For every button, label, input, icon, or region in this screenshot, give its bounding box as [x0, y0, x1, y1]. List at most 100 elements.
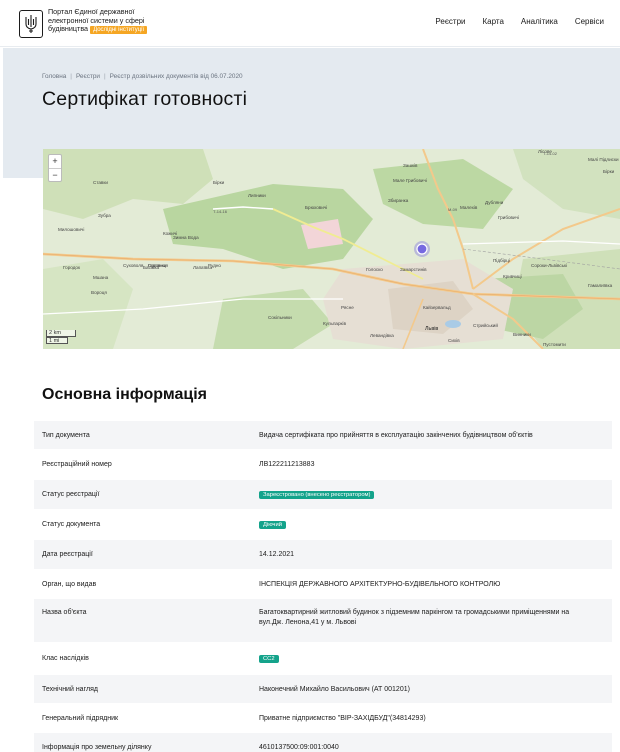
section-title: Основна інформація: [42, 386, 207, 403]
portal-brand[interactable]: Портал Єдиної державної електронної сист…: [48, 7, 173, 35]
svg-text:Мшана: Мшана: [93, 275, 109, 280]
row-value: ІНСПЕКЦІЯ ДЕРЖАВНОГО АРХІТЕКТУРНО-БУДІВЕ…: [259, 581, 501, 588]
svg-text:Збиранка: Збиранка: [388, 198, 409, 203]
zoom-in-button[interactable]: +: [49, 155, 61, 168]
svg-text:Т-14-16: Т-14-16: [213, 209, 228, 214]
svg-text:Замарстинів: Замарстинів: [400, 267, 427, 272]
row-value: Багатоквартирний житловий будинок з підз…: [259, 609, 570, 626]
svg-text:Кайзервальд: Кайзервальд: [423, 304, 451, 310]
svg-text:Суховоля: Суховоля: [123, 263, 144, 268]
row-key: Статус документа: [42, 521, 101, 528]
svg-text:Лапаївка: Лапаївка: [193, 265, 212, 270]
svg-text:Брюховичі: Брюховичі: [305, 205, 327, 210]
map-scale: 2 km 1 mi: [46, 330, 76, 344]
main-nav: Реєстри Карта Аналітика Сервіси: [435, 17, 604, 26]
svg-text:Бірки: Бірки: [213, 180, 225, 185]
row-value: Приватне підприємство "ВІР-ЗАХІДБУД"(348…: [259, 715, 426, 722]
svg-text:Сихів: Сихів: [448, 338, 460, 343]
breadcrumb-separator: |: [104, 73, 106, 80]
zoom-out-button[interactable]: −: [49, 168, 61, 181]
row-value: ЛВ122211213883: [259, 461, 315, 468]
nav-map[interactable]: Карта: [483, 17, 504, 26]
document-status-badge: Діючий: [259, 521, 286, 529]
breadcrumb-registries[interactable]: Реєстри: [76, 73, 100, 80]
svg-text:Кульпарків: Кульпарків: [323, 321, 347, 326]
row-key: Назва об'єкта: [42, 609, 87, 616]
row-key: Генеральний підрядник: [42, 715, 119, 722]
zoom-controls: + −: [48, 154, 62, 182]
row-key: Орган, що видав: [42, 581, 97, 588]
table-row: Тип документа Видача сертифіката про при…: [34, 421, 612, 450]
row-value: 14.12.2021: [259, 551, 295, 558]
row-key: Реєстраційний номер: [42, 461, 112, 468]
nav-services[interactable]: Сервіси: [575, 17, 604, 26]
svg-text:Вороця: Вороця: [91, 290, 107, 295]
row-key: Інформація про земельну ділянку: [42, 744, 152, 751]
svg-text:Стрийський: Стрийський: [473, 322, 498, 328]
svg-text:Зубра: Зубра: [98, 213, 111, 218]
svg-text:Липники: Липники: [248, 193, 266, 198]
table-row: Генеральний підрядник Приватне підприємс…: [34, 704, 612, 733]
consequence-class-badge: СС2: [259, 655, 279, 663]
table-row: Технічний нагляд Наконечний Михайло Васи…: [34, 675, 612, 704]
svg-text:Рясне: Рясне: [341, 305, 354, 310]
row-key: Дата реєстрації: [42, 551, 93, 558]
svg-text:Дубляни: Дубляни: [485, 200, 504, 205]
row-key: Статус реєстрації: [42, 491, 100, 498]
svg-text:Левандівка: Левандівка: [370, 333, 394, 338]
svg-text:Підбірці: Підбірці: [493, 258, 510, 263]
info-table: Тип документа Видача сертифіката про при…: [34, 421, 612, 752]
breadcrumb-home[interactable]: Головна: [42, 73, 66, 80]
nav-registries[interactable]: Реєстри: [435, 17, 465, 26]
row-value: Видача сертифіката про прийняття в експл…: [259, 432, 533, 439]
table-row: Статус документа Діючий: [34, 510, 612, 540]
svg-text:Кожичі: Кожичі: [163, 231, 177, 236]
top-header: Портал Єдиної державної електронної сист…: [0, 0, 620, 47]
svg-text:Сокільники: Сокільники: [268, 315, 292, 320]
svg-text:Малехів: Малехів: [460, 205, 478, 210]
location-map[interactable]: Лісове Малі Підлиски Зашків Бірки Мале Г…: [43, 149, 620, 349]
svg-text:Городок: Городок: [63, 265, 81, 270]
table-row: Назва об'єкта Багатоквартирний житловий …: [34, 599, 612, 643]
svg-text:Малі Підлиски: Малі Підлиски: [588, 157, 619, 162]
registration-status-badge: Зареєстровано (внесено реєстратором): [259, 491, 375, 499]
row-key: Тип документа: [42, 432, 90, 439]
svg-text:Милошовичі: Милошовичі: [58, 227, 84, 232]
table-row: Статус реєстрації Зареєстровано (внесено…: [34, 480, 612, 510]
svg-text:Львів: Львів: [425, 326, 438, 332]
svg-text:Ставки: Ставки: [93, 180, 108, 185]
trident-logo-icon[interactable]: [19, 10, 43, 38]
page-title: Сертифікат готовності: [42, 88, 248, 110]
breadcrumb-current[interactable]: Реєстр дозвільних документів від 06.07.2…: [110, 73, 243, 80]
svg-text:Мале Грибовичі: Мале Грибовичі: [393, 178, 427, 183]
scale-km: 2 km: [46, 330, 76, 337]
brand-badge: Дослідні інституції: [90, 26, 148, 35]
row-key: Технічний нагляд: [42, 686, 98, 693]
svg-text:Винники: Винники: [513, 332, 531, 337]
svg-text:Сороки-Львівські: Сороки-Львівські: [531, 263, 567, 268]
row-key: Клас наслідків: [42, 655, 89, 662]
row-value: СС2: [259, 654, 589, 664]
scale-mi: 1 mi: [46, 337, 68, 344]
svg-text:М-09: М-09: [448, 207, 458, 212]
nav-analytics[interactable]: Аналітика: [521, 17, 558, 26]
breadcrumb: Головна | Реєстри | Реєстр дозвільних до…: [42, 73, 243, 80]
svg-text:Гамалиївка: Гамалиївка: [588, 283, 613, 288]
svg-text:Кривчиці: Кривчиці: [503, 274, 522, 279]
brand-line-3: будівництва: [48, 24, 89, 34]
table-row: Реєстраційний номер ЛВ122211213883: [34, 450, 612, 480]
svg-text:Бірки: Бірки: [603, 169, 615, 174]
row-value: 4610137500:09:001:0040: [259, 744, 339, 751]
svg-text:Грибовичі: Грибовичі: [498, 215, 519, 220]
row-value: Наконечний Михайло Васильович (АТ 001201…: [259, 686, 410, 693]
svg-text:Т-14-02: Т-14-02: [543, 151, 558, 156]
svg-text:Голоско: Голоско: [366, 267, 383, 272]
table-row: Дата реєстрації 14.12.2021: [34, 540, 612, 570]
svg-text:Пустомити: Пустомити: [543, 342, 566, 347]
table-row: Інформація про земельну ділянку 46101375…: [34, 733, 612, 752]
svg-text:Басівка: Басівка: [143, 265, 159, 270]
table-row: Клас наслідків СС2: [34, 643, 612, 675]
row-value: Зареєстровано (внесено реєстратором): [259, 490, 589, 500]
breadcrumb-separator: |: [70, 73, 72, 80]
row-value: Діючий: [259, 520, 589, 530]
